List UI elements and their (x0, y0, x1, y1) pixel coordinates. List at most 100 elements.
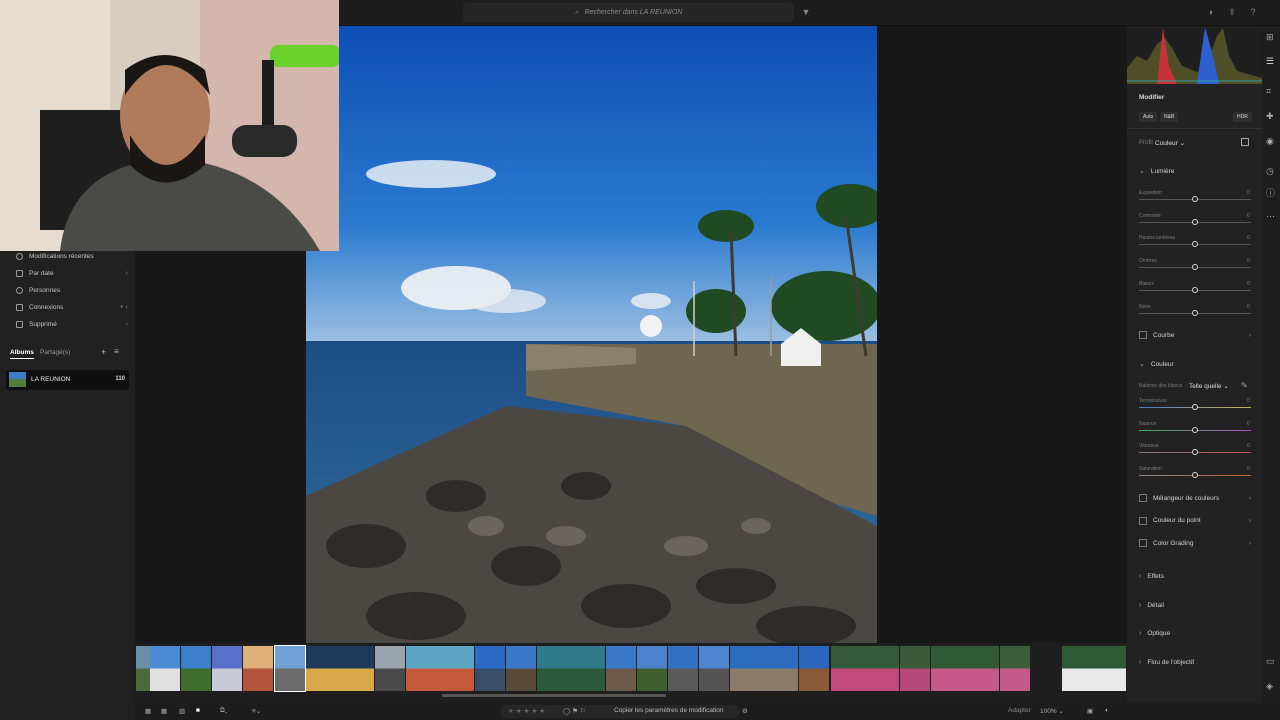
slider-knob[interactable] (1192, 218, 1198, 225)
filmstrip-thumbnail[interactable] (406, 646, 474, 691)
slider-track[interactable] (1139, 218, 1251, 225)
main-photo[interactable] (306, 26, 877, 643)
heal-icon[interactable]: ✚ (1266, 111, 1274, 122)
eyedropper-icon[interactable]: ✎ (1241, 381, 1248, 390)
sort-icon[interactable]: ≡ (114, 347, 119, 356)
single-view-icon[interactable]: ■ (196, 707, 200, 714)
hdr-button[interactable]: HDR (1233, 112, 1252, 122)
filmstrip-thumbnail[interactable] (274, 645, 306, 692)
filmstrip-thumbnail[interactable] (306, 646, 374, 691)
slider-knob[interactable] (1192, 404, 1198, 410)
info-icon[interactable]: ⓘ (1266, 186, 1275, 199)
slider-knob[interactable] (1192, 264, 1198, 271)
filmstrip-scrollbar[interactable] (442, 694, 666, 697)
section-couleur[interactable]: ⌄ Couleur (1139, 360, 1251, 369)
nav-people[interactable]: Personnes (16, 287, 128, 294)
slider-knob[interactable] (1192, 426, 1198, 433)
filmstrip-thumbnail[interactable] (668, 646, 698, 691)
search-input[interactable]: ⌕ Rechercher dans LA REUNION (463, 3, 794, 22)
chevron-right-icon[interactable]: › (126, 321, 128, 328)
help-icon[interactable]: ? (1247, 6, 1259, 18)
subsection-row[interactable]: Color Grading › (1139, 539, 1251, 547)
slider-knob[interactable] (1192, 286, 1198, 293)
grid-view-icon[interactable]: ▦ (145, 707, 151, 715)
add-album-icon[interactable]: + (101, 347, 106, 357)
share-icon[interactable]: ⇪ (1226, 6, 1238, 18)
tag-icon[interactable]: ◈ (1266, 681, 1273, 692)
slider-knob[interactable] (1192, 449, 1198, 456)
slider-track[interactable] (1139, 286, 1251, 293)
nav-connections[interactable]: Connexions + ‹ (16, 304, 128, 311)
more-icon[interactable]: ⋯ (1266, 211, 1275, 222)
filmstrip-thumbnail[interactable] (1000, 646, 1030, 691)
section-lumiere[interactable]: ⌄ Lumière (1139, 167, 1251, 176)
filmstrip-thumbnail[interactable] (699, 646, 729, 691)
filmstrip-thumbnail[interactable] (637, 646, 667, 691)
chevron-left-icon[interactable]: ‹ (126, 270, 128, 277)
collapsed-section[interactable]: › Flou de l'objectif (1139, 659, 1251, 666)
mask-icon[interactable]: ◉ (1266, 136, 1274, 147)
collapsed-section[interactable]: › Effets (1139, 573, 1251, 580)
tab-albums[interactable]: Albums (10, 349, 34, 359)
slider-knob[interactable] (1192, 309, 1198, 316)
square-grid-icon[interactable]: ▦ (161, 707, 167, 715)
filmstrip-thumbnail[interactable] (931, 646, 999, 691)
flag-icon[interactable]: ◯ ⚑ ⚐ (563, 707, 586, 715)
nav-recent-edits[interactable]: Modifications récentes (16, 253, 128, 260)
sort-icon[interactable]: ≡⌄ (252, 707, 261, 715)
filmstrip-thumbnail[interactable] (831, 646, 899, 691)
slider-knob[interactable] (1192, 196, 1198, 202)
slider-track[interactable] (1139, 449, 1251, 456)
filmstrip-thumbnail[interactable] (730, 646, 798, 691)
filmstrip-thumbnail[interactable] (136, 646, 150, 691)
filmstrip-thumbnail[interactable] (506, 646, 536, 691)
filmstrip-thumbnail[interactable] (475, 646, 505, 691)
before-after-icon[interactable]: ▣ (1087, 707, 1093, 715)
crop-icon[interactable]: ⌗ (1266, 86, 1271, 97)
bw-button[interactable]: N&B (1160, 112, 1179, 122)
history-icon[interactable]: ◷ (1266, 166, 1274, 177)
subsection-row[interactable]: Couleur du point › (1139, 516, 1251, 525)
wb-dropdown[interactable]: Telle quelle ⌄ (1189, 382, 1229, 390)
filmstrip-thumbnail[interactable] (537, 646, 605, 691)
slider-track[interactable] (1139, 472, 1251, 479)
filmstrip-thumbnail[interactable] (1062, 646, 1126, 691)
filmstrip-thumbnail[interactable] (212, 646, 242, 691)
slider-knob[interactable] (1192, 472, 1198, 479)
filter-icon[interactable]: ▼ (800, 6, 812, 18)
slider-track[interactable] (1139, 196, 1251, 202)
filmstrip-thumbnail[interactable] (375, 646, 405, 691)
filmstrip-thumbnail[interactable] (243, 646, 273, 691)
add-chevron-icon[interactable]: + ‹ (120, 304, 128, 311)
slider-track[interactable] (1139, 264, 1251, 271)
auto-button[interactable]: Auto (1139, 112, 1158, 122)
filmstrip-thumbnail[interactable] (900, 646, 930, 691)
detail-view-icon[interactable]: ▥ (179, 707, 185, 715)
compare-icon[interactable]: ⧉⌄ (220, 707, 228, 715)
filmstrip-thumbnail[interactable] (150, 646, 180, 691)
fullscreen-icon[interactable]: ◐ (1105, 707, 1109, 714)
rating-stars[interactable]: ★★★★★ (508, 707, 547, 715)
fit-label[interactable]: Adapter (1008, 707, 1031, 714)
slider-track[interactable] (1139, 404, 1251, 410)
comment-icon[interactable]: ▭ (1266, 656, 1275, 667)
profile-browser-icon[interactable] (1241, 138, 1249, 146)
filmstrip-thumbnail[interactable] (181, 646, 211, 691)
nav-deleted[interactable]: Supprimé › (16, 321, 128, 328)
bell-icon[interactable]: ◗ (1205, 6, 1217, 18)
settings-gear-icon[interactable]: ⚙ (742, 707, 748, 715)
zoom-dropdown[interactable]: 100% ⌄ (1040, 707, 1064, 715)
slider-knob[interactable] (1192, 241, 1198, 248)
collapsed-section[interactable]: › Optique (1139, 630, 1251, 637)
section-courbe[interactable]: Courbe › (1139, 331, 1251, 339)
slider-track[interactable] (1139, 241, 1251, 248)
slider-track[interactable] (1139, 426, 1251, 433)
album-row-la-reunion[interactable]: LA REUNION 110 (6, 370, 129, 390)
copy-settings-button[interactable]: Copier les paramètres de modification (614, 707, 723, 714)
tab-shared[interactable]: Partagé(s) (40, 349, 70, 356)
profile-dropdown[interactable]: Couleur ⌄ (1155, 139, 1185, 147)
subsection-row[interactable]: Mélangeur de couleurs › (1139, 494, 1251, 502)
slider-track[interactable] (1139, 309, 1251, 316)
sliders-icon[interactable]: ☰ (1266, 56, 1274, 67)
grid-icon[interactable]: ⊞ (1266, 32, 1274, 43)
